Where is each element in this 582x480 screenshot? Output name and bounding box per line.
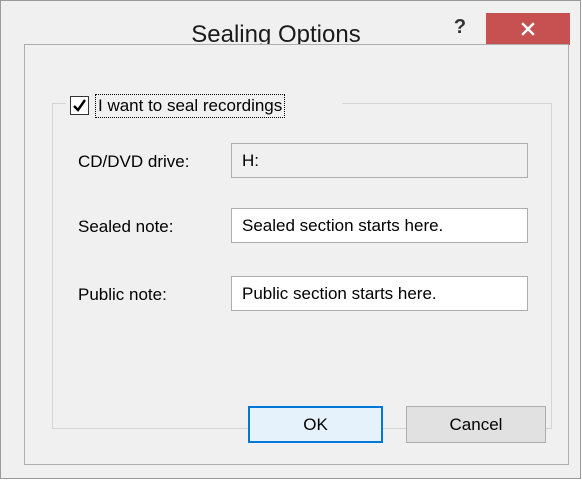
drive-field[interactable]: H: [231, 143, 528, 178]
seal-recordings-checkbox[interactable] [70, 96, 89, 115]
close-button[interactable] [486, 13, 570, 45]
seal-recordings-label[interactable]: I want to seal recordings [94, 94, 286, 118]
sealed-note-input[interactable]: Sealed section starts here. [231, 208, 528, 243]
close-icon [521, 22, 535, 36]
title-bar[interactable]: Sealing Options ? [1, 1, 580, 48]
ok-button[interactable]: OK [248, 406, 383, 443]
public-note-input[interactable]: Public section starts here. [231, 276, 528, 311]
sealed-note-label: Sealed note: [78, 217, 174, 236]
public-note-label: Public note: [78, 285, 167, 304]
help-button[interactable]: ? [446, 15, 474, 39]
cancel-button[interactable]: Cancel [406, 406, 546, 443]
checkmark-icon [73, 99, 86, 112]
drive-label: CD/DVD drive: [78, 152, 190, 171]
